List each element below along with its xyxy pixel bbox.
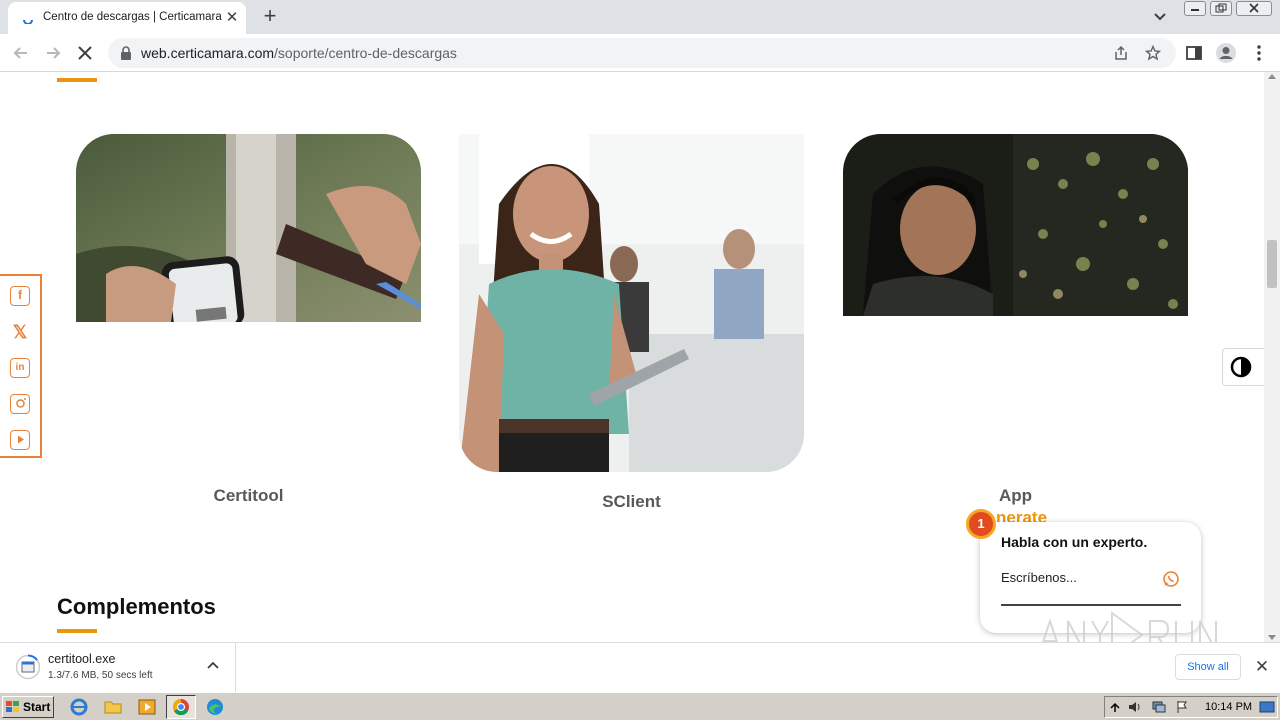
chat-notification-badge[interactable]: 1 <box>966 509 996 539</box>
page-scrollbar[interactable] <box>1264 72 1280 642</box>
scrollbar-thumb[interactable] <box>1267 240 1277 288</box>
download-bar: certitool.exe 1.3/7.6 MB, 50 secs left S… <box>0 642 1280 692</box>
profile-avatar-icon[interactable] <box>1215 42 1237 64</box>
close-download-bar-button[interactable]: ✕ <box>1252 657 1272 677</box>
taskbar-clock[interactable]: 10:14 PM <box>1205 701 1252 713</box>
section-accent-bar <box>57 78 97 82</box>
file-icon <box>16 654 40 680</box>
download-status: 1.3/7.6 MB, 50 secs left <box>48 670 153 681</box>
loading-favicon-icon <box>23 19 33 24</box>
url-path: /soporte/centro-de-descargas <box>274 45 457 61</box>
network-icon[interactable] <box>1151 700 1167 714</box>
browser-tab[interactable]: Centro de descargas | Certicamara ✕ <box>8 2 246 34</box>
chevron-down-icon[interactable] <box>1150 8 1170 26</box>
contrast-toggle-button[interactable] <box>1222 348 1264 386</box>
card-title-app[interactable]: App <box>843 486 1188 506</box>
windows-taskbar: Start 10:14 PM <box>0 692 1280 720</box>
facebook-icon[interactable]: f <box>10 286 30 306</box>
share-icon[interactable] <box>1113 45 1129 61</box>
kebab-menu-icon[interactable] <box>1248 42 1270 64</box>
url-host: web.certicamara.com <box>141 45 275 61</box>
window-restore-button[interactable] <box>1210 1 1232 16</box>
window-minimize-button[interactable] <box>1184 1 1206 16</box>
card-title-sclient[interactable]: SClient <box>459 492 804 512</box>
show-desktop-icon[interactable] <box>1259 700 1275 714</box>
back-arrow-icon[interactable] <box>10 42 32 64</box>
linkedin-icon[interactable]: in <box>10 358 30 378</box>
url-text[interactable]: web.certicamara.com/soporte/centro-de-de… <box>141 45 457 61</box>
browser-toolbar: web.certicamara.com/soporte/centro-de-de… <box>0 34 1280 72</box>
folder-icon[interactable] <box>102 697 124 717</box>
start-label: Start <box>23 700 51 714</box>
sclient-image[interactable] <box>459 134 804 472</box>
certitool-image[interactable] <box>76 134 421 322</box>
side-panel-icon[interactable] <box>1183 42 1205 64</box>
chat-heading: Habla con un experto. <box>1001 534 1148 550</box>
scroll-up-arrow-icon[interactable] <box>1268 74 1276 79</box>
section-accent-bar <box>57 629 97 633</box>
tab-close-button[interactable]: ✕ <box>222 8 242 28</box>
start-button[interactable]: Start <box>2 696 54 718</box>
web-page: Certitool SClient App nerate Complemento… <box>0 72 1264 642</box>
whatsapp-icon[interactable] <box>1162 570 1180 588</box>
chat-input[interactable]: Escríbenos... <box>1001 570 1077 585</box>
chevron-up-icon[interactable] <box>206 660 220 670</box>
youtube-icon[interactable] <box>10 430 30 450</box>
section-title: Complementos <box>57 594 216 619</box>
social-links-bar: f 𝕏 in <box>0 274 42 458</box>
instagram-icon[interactable] <box>10 394 30 414</box>
stop-loading-icon[interactable] <box>74 42 96 64</box>
tray-expand-icon[interactable] <box>1109 700 1121 714</box>
windows-logo-icon <box>6 701 19 712</box>
system-tray: 10:14 PM <box>1104 696 1278 718</box>
download-item[interactable]: certitool.exe 1.3/7.6 MB, 50 secs left <box>0 643 236 692</box>
card-title-certitool[interactable]: Certitool <box>76 486 421 506</box>
media-player-icon[interactable] <box>136 697 158 717</box>
chrome-taskbar-button[interactable] <box>166 695 196 719</box>
volume-icon[interactable] <box>1127 700 1143 714</box>
contrast-icon <box>1230 356 1252 378</box>
tab-title: Centro de descargas | Certicamara <box>43 11 222 23</box>
chrome-icon <box>172 698 189 716</box>
scroll-down-arrow-icon[interactable] <box>1268 635 1276 640</box>
internet-explorer-icon[interactable] <box>68 697 90 717</box>
bookmark-star-icon[interactable] <box>1145 45 1161 61</box>
address-bar[interactable]: web.certicamara.com/soporte/centro-de-de… <box>108 38 1176 68</box>
download-file-name: certitool.exe <box>48 652 116 666</box>
x-twitter-icon[interactable]: 𝕏 <box>10 322 30 342</box>
app-image[interactable] <box>843 134 1188 316</box>
lock-icon[interactable] <box>120 46 132 60</box>
flag-icon[interactable] <box>1175 700 1189 714</box>
tab-strip: Centro de descargas | Certicamara ✕ + <box>0 0 1280 34</box>
window-close-button[interactable] <box>1236 1 1272 16</box>
forward-arrow-icon[interactable] <box>42 42 64 64</box>
show-all-downloads-button[interactable]: Show all <box>1175 654 1241 680</box>
edge-icon[interactable] <box>204 697 226 717</box>
new-tab-button[interactable]: + <box>258 5 282 29</box>
